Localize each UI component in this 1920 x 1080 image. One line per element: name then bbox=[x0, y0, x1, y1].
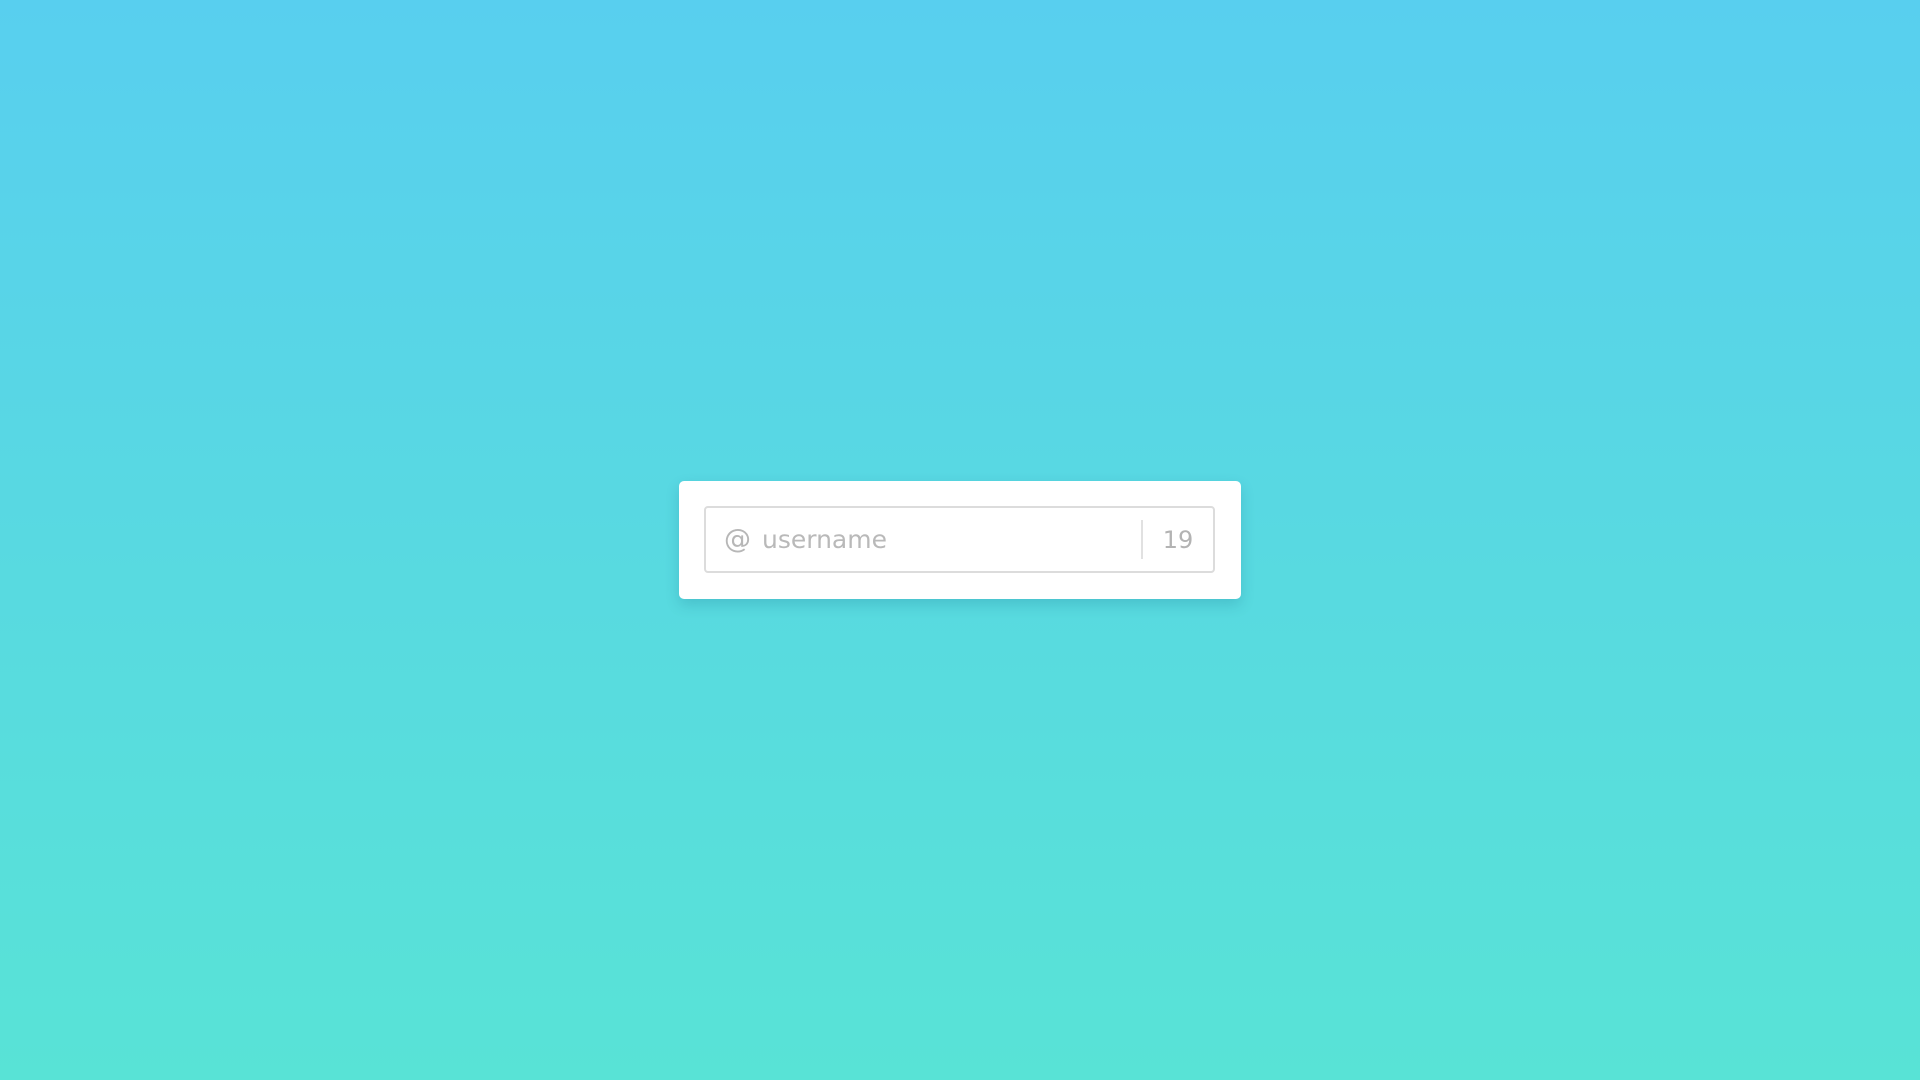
username-field[interactable]: @ 19 bbox=[704, 506, 1215, 573]
character-counter: 19 bbox=[1162, 525, 1194, 554]
username-card: @ 19 bbox=[679, 481, 1241, 599]
at-sign-icon: @ bbox=[724, 524, 751, 555]
username-input[interactable] bbox=[762, 508, 1141, 571]
